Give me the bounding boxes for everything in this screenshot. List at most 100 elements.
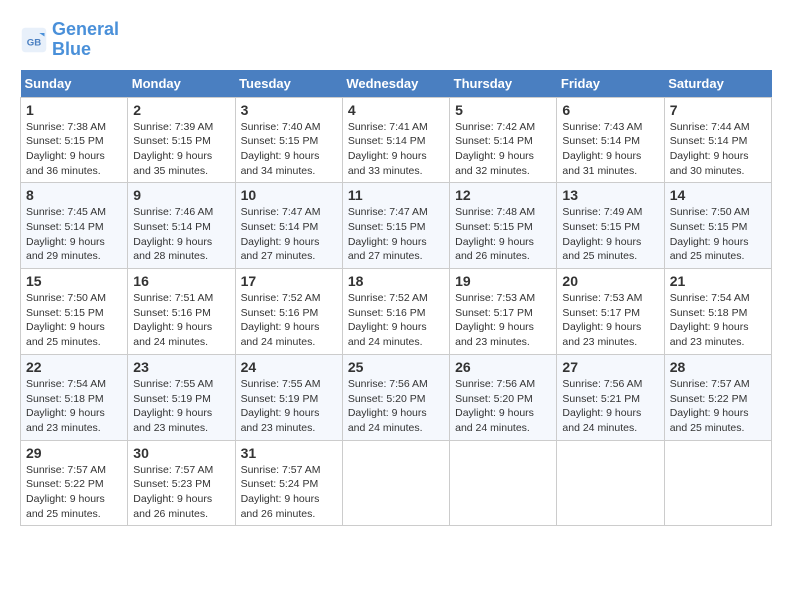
svg-text:GB: GB	[27, 37, 41, 48]
calendar-cell: 12 Sunrise: 7:48 AM Sunset: 5:15 PM Dayli…	[450, 183, 557, 269]
calendar-cell: 3Sunrise: 7:40 AM Sunset: 5:15 PM Daylig…	[235, 97, 342, 183]
col-header-wednesday: Wednesday	[342, 70, 449, 98]
calendar-cell: 4Sunrise: 7:41 AM Sunset: 5:14 PM Daylig…	[342, 97, 449, 183]
calendar-cell: 27 Sunrise: 7:56 AM Sunset: 5:21 PM Dayli…	[557, 354, 664, 440]
calendar-cell: 31 Sunrise: 7:57 AM Sunset: 5:24 PM Dayli…	[235, 440, 342, 526]
logo-text: General Blue	[52, 20, 119, 60]
day-info: Sunrise: 7:52 AM Sunset: 5:16 PM Dayligh…	[241, 291, 337, 350]
calendar-table: SundayMondayTuesdayWednesdayThursdayFrid…	[20, 70, 772, 527]
day-number: 10	[241, 187, 337, 203]
day-number: 27	[562, 359, 658, 375]
calendar-cell: 8 Sunrise: 7:45 AM Sunset: 5:14 PM Daylig…	[21, 183, 128, 269]
calendar-cell: 11 Sunrise: 7:47 AM Sunset: 5:15 PM Dayli…	[342, 183, 449, 269]
col-header-friday: Friday	[557, 70, 664, 98]
day-number: 24	[241, 359, 337, 375]
calendar-cell: 21 Sunrise: 7:54 AM Sunset: 5:18 PM Dayli…	[664, 269, 771, 355]
calendar-cell: 2 Sunrise: 7:39 AM Sunset: 5:15 PM Daylig…	[128, 97, 235, 183]
day-number: 28	[670, 359, 766, 375]
calendar-cell: 18 Sunrise: 7:52 AM Sunset: 5:16 PM Dayli…	[342, 269, 449, 355]
day-number: 14	[670, 187, 766, 203]
day-number: 25	[348, 359, 444, 375]
day-info: Sunrise: 7:53 AM Sunset: 5:17 PM Dayligh…	[562, 291, 658, 350]
day-number: 22	[26, 359, 122, 375]
day-number: 18	[348, 273, 444, 289]
day-number: 19	[455, 273, 551, 289]
calendar-cell: 30 Sunrise: 7:57 AM Sunset: 5:23 PM Dayli…	[128, 440, 235, 526]
calendar-cell: 23Sunrise: 7:55 AM Sunset: 5:19 PM Dayli…	[128, 354, 235, 440]
day-info: Sunrise: 7:49 AM Sunset: 5:15 PM Dayligh…	[562, 205, 658, 264]
day-info: Sunrise: 7:39 AM Sunset: 5:15 PM Dayligh…	[133, 120, 229, 179]
calendar-cell: 19 Sunrise: 7:53 AM Sunset: 5:17 PM Dayli…	[450, 269, 557, 355]
day-info: Sunrise: 7:45 AM Sunset: 5:14 PM Dayligh…	[26, 205, 122, 264]
calendar-cell: 22 Sunrise: 7:54 AM Sunset: 5:18 PM Dayli…	[21, 354, 128, 440]
calendar-cell: 25 Sunrise: 7:56 AM Sunset: 5:20 PM Dayli…	[342, 354, 449, 440]
day-number: 31	[241, 445, 337, 461]
day-info: Sunrise: 7:57 AM Sunset: 5:22 PM Dayligh…	[670, 377, 766, 436]
calendar-cell	[664, 440, 771, 526]
calendar-cell: 16 Sunrise: 7:51 AM Sunset: 5:16 PM Dayli…	[128, 269, 235, 355]
day-number: 29	[26, 445, 122, 461]
calendar-cell: 7Sunrise: 7:44 AM Sunset: 5:14 PM Daylig…	[664, 97, 771, 183]
calendar-cell: 14 Sunrise: 7:50 AM Sunset: 5:15 PM Dayli…	[664, 183, 771, 269]
day-number: 30	[133, 445, 229, 461]
day-number: 21	[670, 273, 766, 289]
day-info: Sunrise: 7:53 AM Sunset: 5:17 PM Dayligh…	[455, 291, 551, 350]
day-info: Sunrise: 7:55 AM Sunset: 5:19 PM Dayligh…	[241, 377, 337, 436]
day-info: Sunrise: 7:41 AM Sunset: 5:14 PM Dayligh…	[348, 120, 444, 179]
day-info: Sunrise: 7:51 AM Sunset: 5:16 PM Dayligh…	[133, 291, 229, 350]
calendar-cell: 10 Sunrise: 7:47 AM Sunset: 5:14 PM Dayli…	[235, 183, 342, 269]
day-number: 5	[455, 102, 551, 118]
day-number: 16	[133, 273, 229, 289]
day-info: Sunrise: 7:55 AM Sunset: 5:19 PM Dayligh…	[133, 377, 229, 436]
calendar-cell: 6Sunrise: 7:43 AM Sunset: 5:14 PM Daylig…	[557, 97, 664, 183]
day-info: Sunrise: 7:56 AM Sunset: 5:20 PM Dayligh…	[348, 377, 444, 436]
day-number: 15	[26, 273, 122, 289]
day-info: Sunrise: 7:47 AM Sunset: 5:15 PM Dayligh…	[348, 205, 444, 264]
calendar-cell	[557, 440, 664, 526]
calendar-cell: 15 Sunrise: 7:50 AM Sunset: 5:15 PM Dayli…	[21, 269, 128, 355]
day-number: 12	[455, 187, 551, 203]
day-info: Sunrise: 7:40 AM Sunset: 5:15 PM Dayligh…	[241, 120, 337, 179]
logo-icon: GB	[20, 26, 48, 54]
calendar-cell: 29 Sunrise: 7:57 AM Sunset: 5:22 PM Dayli…	[21, 440, 128, 526]
col-header-saturday: Saturday	[664, 70, 771, 98]
day-info: Sunrise: 7:54 AM Sunset: 5:18 PM Dayligh…	[26, 377, 122, 436]
day-info: Sunrise: 7:43 AM Sunset: 5:14 PM Dayligh…	[562, 120, 658, 179]
page-header: GB General Blue	[20, 20, 772, 60]
day-info: Sunrise: 7:57 AM Sunset: 5:22 PM Dayligh…	[26, 463, 122, 522]
day-number: 2	[133, 102, 229, 118]
calendar-cell: 26Sunrise: 7:56 AM Sunset: 5:20 PM Dayli…	[450, 354, 557, 440]
day-info: Sunrise: 7:50 AM Sunset: 5:15 PM Dayligh…	[26, 291, 122, 350]
col-header-tuesday: Tuesday	[235, 70, 342, 98]
day-info: Sunrise: 7:52 AM Sunset: 5:16 PM Dayligh…	[348, 291, 444, 350]
day-info: Sunrise: 7:57 AM Sunset: 5:24 PM Dayligh…	[241, 463, 337, 522]
day-info: Sunrise: 7:57 AM Sunset: 5:23 PM Dayligh…	[133, 463, 229, 522]
col-header-monday: Monday	[128, 70, 235, 98]
calendar-cell	[450, 440, 557, 526]
day-number: 1	[26, 102, 122, 118]
day-info: Sunrise: 7:54 AM Sunset: 5:18 PM Dayligh…	[670, 291, 766, 350]
day-info: Sunrise: 7:48 AM Sunset: 5:15 PM Dayligh…	[455, 205, 551, 264]
day-number: 7	[670, 102, 766, 118]
calendar-cell: 1 Sunrise: 7:38 AM Sunset: 5:15 PM Daylig…	[21, 97, 128, 183]
calendar-cell: 13Sunrise: 7:49 AM Sunset: 5:15 PM Dayli…	[557, 183, 664, 269]
day-info: Sunrise: 7:47 AM Sunset: 5:14 PM Dayligh…	[241, 205, 337, 264]
day-number: 9	[133, 187, 229, 203]
calendar-cell	[342, 440, 449, 526]
calendar-cell: 20 Sunrise: 7:53 AM Sunset: 5:17 PM Dayli…	[557, 269, 664, 355]
calendar-cell: 9Sunrise: 7:46 AM Sunset: 5:14 PM Daylig…	[128, 183, 235, 269]
day-info: Sunrise: 7:38 AM Sunset: 5:15 PM Dayligh…	[26, 120, 122, 179]
calendar-cell: 17 Sunrise: 7:52 AM Sunset: 5:16 PM Dayli…	[235, 269, 342, 355]
day-info: Sunrise: 7:50 AM Sunset: 5:15 PM Dayligh…	[670, 205, 766, 264]
col-header-thursday: Thursday	[450, 70, 557, 98]
day-number: 17	[241, 273, 337, 289]
calendar-cell: 24 Sunrise: 7:55 AM Sunset: 5:19 PM Dayli…	[235, 354, 342, 440]
calendar-cell: 28 Sunrise: 7:57 AM Sunset: 5:22 PM Dayli…	[664, 354, 771, 440]
day-number: 8	[26, 187, 122, 203]
calendar-cell: 5Sunrise: 7:42 AM Sunset: 5:14 PM Daylig…	[450, 97, 557, 183]
day-number: 11	[348, 187, 444, 203]
col-header-sunday: Sunday	[21, 70, 128, 98]
day-number: 20	[562, 273, 658, 289]
day-info: Sunrise: 7:56 AM Sunset: 5:21 PM Dayligh…	[562, 377, 658, 436]
day-number: 26	[455, 359, 551, 375]
